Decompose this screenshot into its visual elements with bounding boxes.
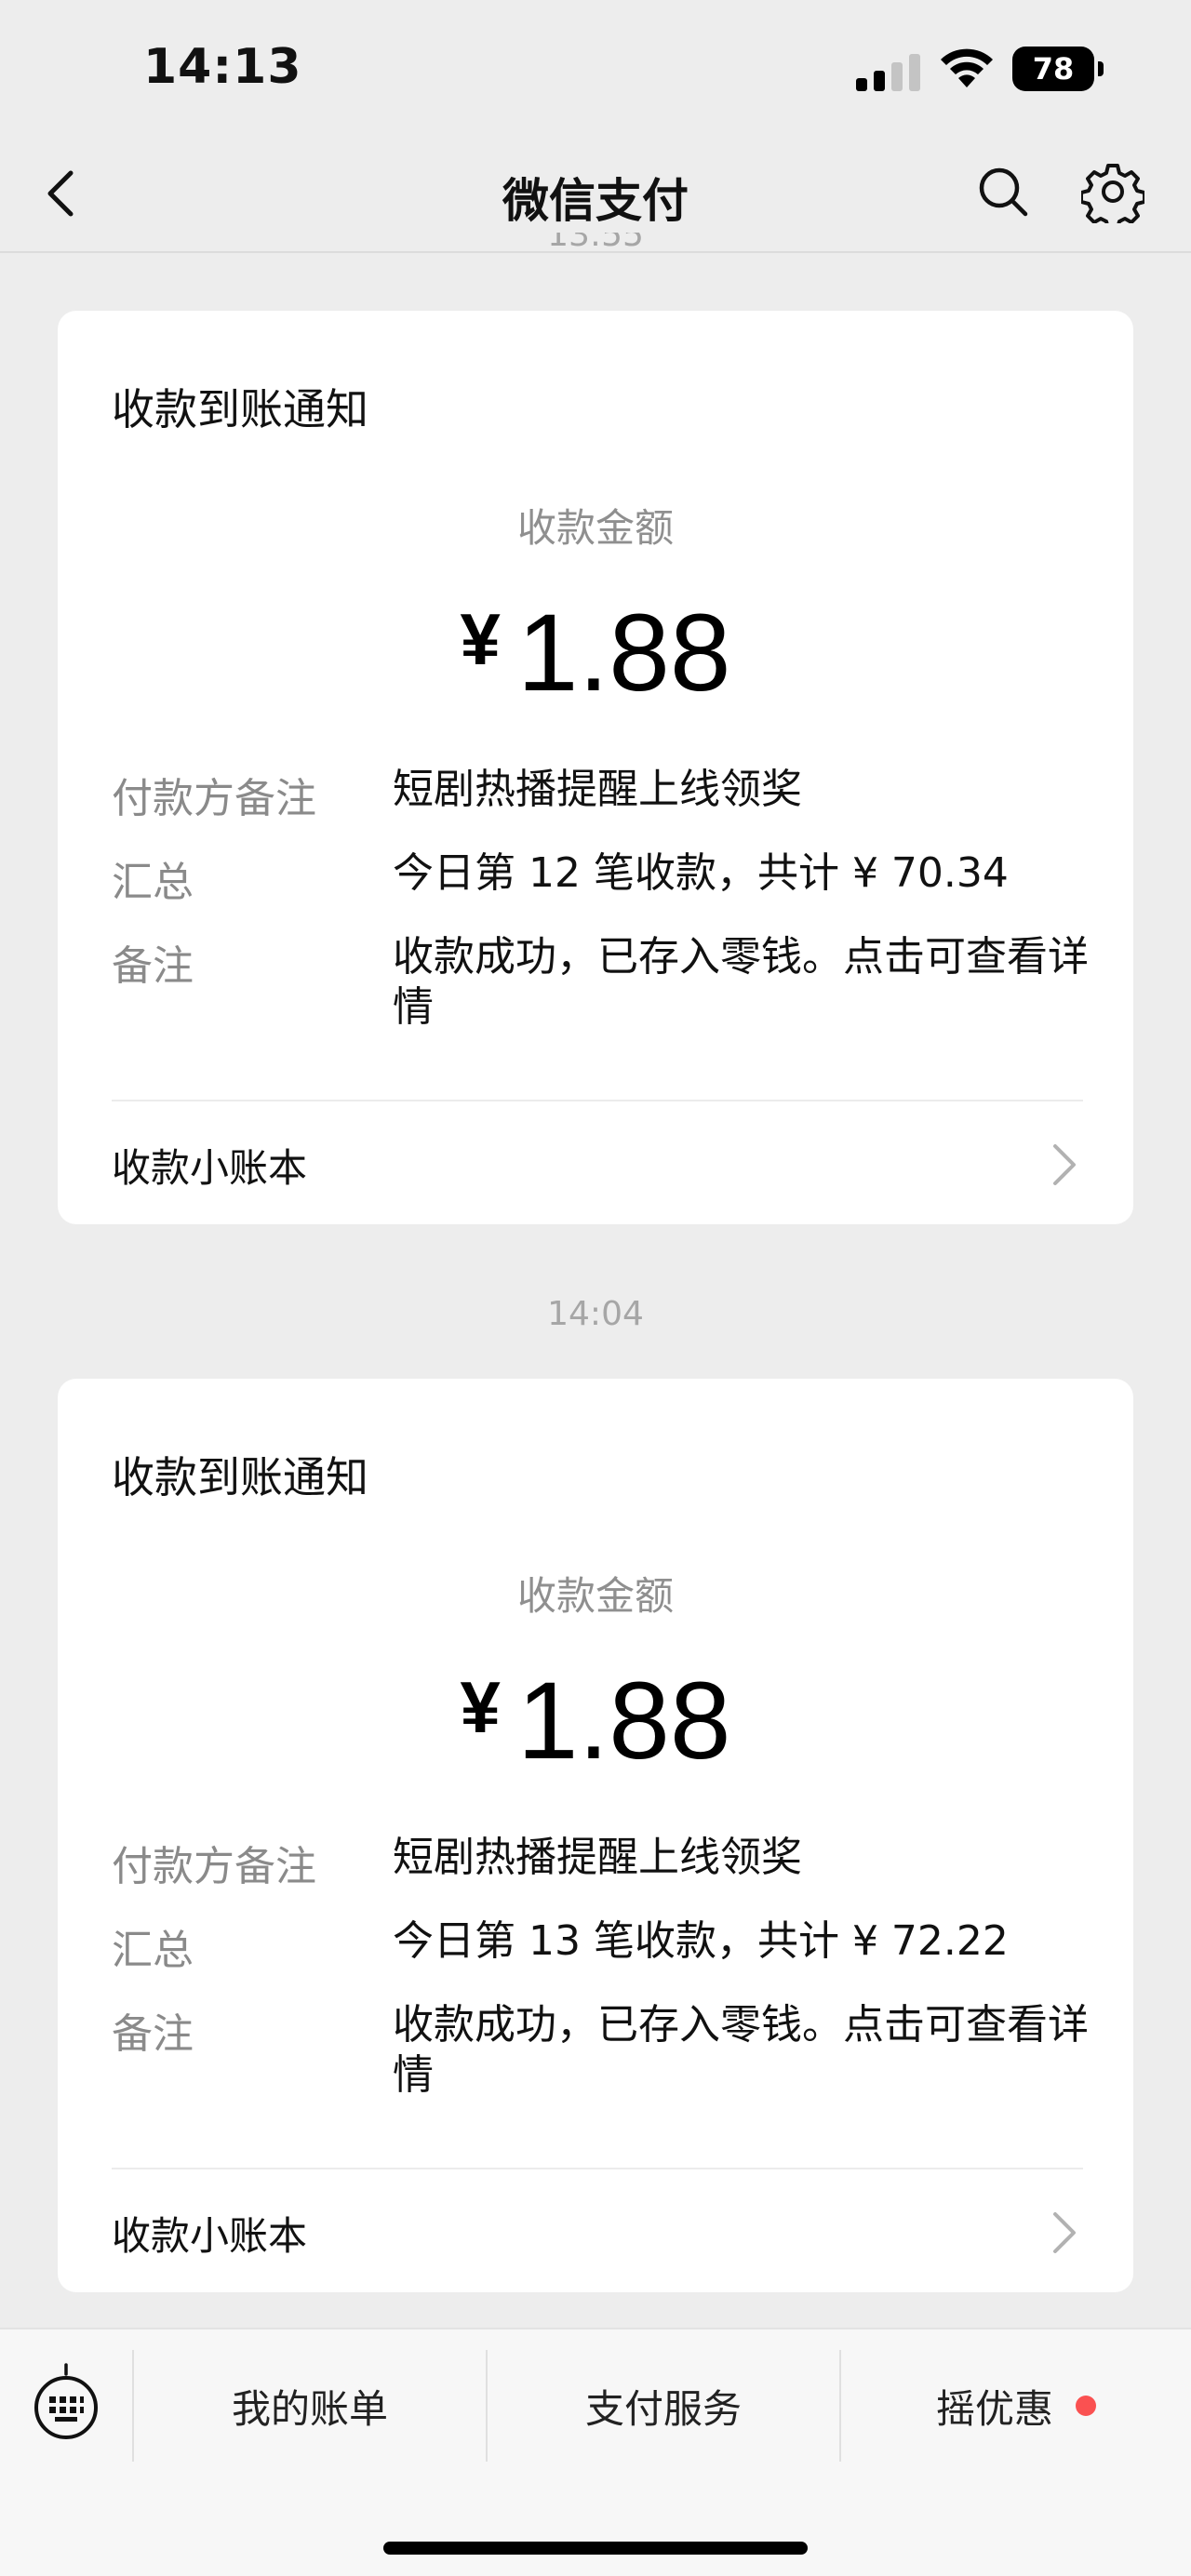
status-bar: 14:13 78 xyxy=(0,0,1191,140)
menu-my-bills[interactable]: 我的账单 xyxy=(134,2329,486,2482)
card-title: 收款到账通知 xyxy=(112,1452,368,1502)
payment-notification-card[interactable]: 收款到账通知 收款金额 ¥1.88 付款方备注 短剧热播提醒上线领奖 汇总 今日… xyxy=(58,311,1133,1224)
remark-value: 收款成功，已存入零钱。点击可查看详情 xyxy=(393,933,1089,1031)
ledger-link[interactable]: 收款小账本 xyxy=(58,2169,1133,2292)
remark-value: 收款成功，已存入零钱。点击可查看详情 xyxy=(393,2001,1089,2099)
amount: ¥1.88 xyxy=(58,1658,1133,1784)
payer-note-label: 付款方备注 xyxy=(112,775,316,822)
summary-value: 今日第 12 笔收款，共计 ¥ 70.34 xyxy=(393,849,1009,897)
payer-note-value: 短剧热播提醒上线领奖 xyxy=(393,766,802,813)
amount-label: 收款金额 xyxy=(516,1573,674,1619)
summary-value: 今日第 13 笔收款，共计 ¥ 72.22 xyxy=(393,1917,1009,1965)
payer-note-label: 付款方备注 xyxy=(112,1843,316,1890)
time-separator: 14:04 xyxy=(547,1295,644,1333)
card-title: 收款到账通知 xyxy=(112,384,368,434)
menu-shake-deals[interactable]: 摇优惠 xyxy=(841,2329,1191,2482)
bottom-menu-bar: 我的账单 支付服务 摇优惠 xyxy=(0,2328,1191,2576)
home-indicator[interactable] xyxy=(383,2542,808,2555)
amount-label: 收款金额 xyxy=(516,505,674,551)
ledger-link[interactable]: 收款小账本 xyxy=(58,1101,1133,1224)
payer-note-value: 短剧热播提醒上线领奖 xyxy=(393,1834,802,1881)
search-icon[interactable] xyxy=(973,162,1033,221)
amount: ¥1.88 xyxy=(58,590,1133,716)
chevron-right-icon xyxy=(1053,2212,1076,2253)
amount-value: 1.88 xyxy=(516,1660,731,1782)
battery-level: 78 xyxy=(1012,47,1094,91)
currency-symbol: ¥ xyxy=(460,1666,501,1748)
time-separator: 13:55 xyxy=(547,233,644,254)
status-time: 14:13 xyxy=(143,39,302,95)
remark-label: 备注 xyxy=(112,2010,194,2058)
menu-payment-services[interactable]: 支付服务 xyxy=(488,2329,839,2482)
notification-dot xyxy=(1076,2396,1096,2416)
summary-label: 汇总 xyxy=(112,859,194,906)
amount-value: 1.88 xyxy=(516,592,731,714)
summary-label: 汇总 xyxy=(112,1927,194,1974)
payment-notification-card[interactable]: 收款到账通知 收款金额 ¥1.88 付款方备注 短剧热播提醒上线领奖 汇总 今日… xyxy=(58,1379,1133,2292)
ledger-label: 收款小账本 xyxy=(112,2213,308,2259)
keyboard-icon[interactable] xyxy=(32,2363,100,2443)
ledger-label: 收款小账本 xyxy=(112,1145,308,1191)
menu-my-bills-label: 我的账单 xyxy=(231,2385,388,2432)
gear-icon[interactable] xyxy=(1081,160,1144,223)
remark-label: 备注 xyxy=(112,942,194,990)
menu-payment-services-label: 支付服务 xyxy=(584,2385,742,2432)
menu-shake-deals-label: 摇优惠 xyxy=(935,2385,1053,2432)
currency-symbol: ¥ xyxy=(460,598,501,680)
chevron-right-icon xyxy=(1053,1144,1076,1185)
wifi-icon xyxy=(941,48,993,87)
signal-icon xyxy=(856,54,920,91)
